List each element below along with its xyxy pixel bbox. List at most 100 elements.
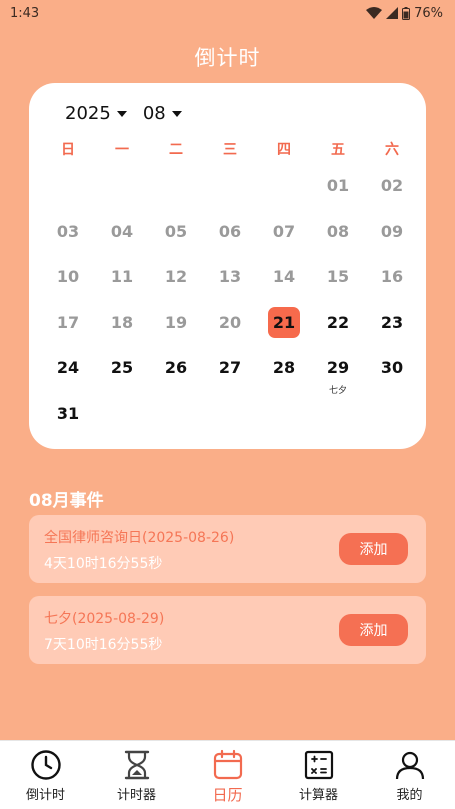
calendar-day[interactable]: 04 — [95, 209, 149, 255]
nav-item-countdown[interactable]: 倒计时 — [0, 741, 91, 809]
calendar-day[interactable]: 08 — [311, 209, 365, 255]
event-card: 七夕(2025-08-29) 7天10时16分55秒 添加 — [29, 596, 426, 664]
status-time: 1:43 — [10, 5, 40, 21]
day-number: 05 — [164, 221, 188, 241]
day-number: 31 — [56, 403, 80, 423]
status-bar: 1:43 76% — [0, 0, 455, 26]
nav-item-profile[interactable]: 我的 — [364, 741, 455, 809]
weekday-header: 日 一 二 三 四 五 六 — [41, 139, 419, 159]
calendar-day[interactable]: 11 — [95, 254, 149, 300]
day-number: 28 — [272, 358, 296, 377]
calendar-day[interactable]: 13 — [203, 254, 257, 300]
day-number: 27 — [218, 358, 242, 377]
event-name: 全国律师咨询日(2025-08-26) — [44, 530, 235, 546]
day-number: 29 — [326, 358, 350, 377]
battery-icon — [402, 6, 411, 20]
month-value: 08 — [142, 103, 166, 124]
calendar-day-empty — [311, 391, 365, 437]
calendar-day-empty — [95, 163, 149, 209]
nav-label: 倒计时 — [25, 788, 65, 803]
day-number: 18 — [110, 312, 134, 332]
calendar-day[interactable]: 03 — [41, 209, 95, 255]
weekday-label: 五 — [331, 142, 345, 158]
day-number: 02 — [380, 176, 404, 195]
day-number: 19 — [164, 312, 188, 332]
calendar-day-empty — [95, 391, 149, 437]
nav-item-calculator[interactable]: 计算器 — [273, 741, 364, 809]
nav-item-calendar[interactable]: 日历 — [182, 741, 273, 809]
day-number: 03 — [56, 221, 80, 241]
calendar-day[interactable]: 30 — [365, 345, 419, 391]
weekday-label: 二 — [169, 142, 183, 158]
nav-label: 计算器 — [298, 788, 338, 803]
calendar-day[interactable]: 12 — [149, 254, 203, 300]
calendar-grid: 01 02 03 04 05 06 07 08 09 10 11 12 13 14 15 16 17 18 19 20… — [41, 163, 419, 436]
calendar-day-empty — [257, 163, 311, 209]
day-number: 07 — [272, 221, 296, 241]
calendar-day[interactable]: 09 — [365, 209, 419, 255]
calendar-day[interactable]: 20 — [203, 300, 257, 346]
calendar-day[interactable]: 22 — [311, 300, 365, 346]
day-number: 09 — [380, 221, 404, 241]
calendar-day[interactable]: 05 — [149, 209, 203, 255]
day-number: 21 — [268, 306, 300, 338]
calendar-day-empty — [203, 163, 257, 209]
event-card: 全国律师咨询日(2025-08-26) 4天10时16分55秒 添加 — [29, 515, 426, 583]
add-event-button[interactable]: 添加 — [339, 533, 408, 565]
calendar-day[interactable]: 28 — [257, 345, 311, 391]
day-number: 16 — [380, 267, 404, 286]
calendar-day[interactable]: 15 — [311, 254, 365, 300]
day-number: 25 — [110, 358, 134, 377]
month-dropdown[interactable]: 08 — [143, 103, 182, 124]
year-dropdown[interactable]: 2025 — [65, 103, 127, 124]
weekday-label: 一 — [115, 142, 129, 158]
day-number: 14 — [272, 267, 296, 286]
day-number: 30 — [380, 358, 404, 377]
weekday-label: 六 — [385, 142, 399, 158]
calendar-day-empty — [257, 391, 311, 437]
calendar-card: 2025 08 日 一 二 三 四 五 六 01 02 03 04 05 06 07 08 09… — [29, 83, 426, 449]
calendar-day[interactable]: 10 — [41, 254, 95, 300]
event-countdown: 7天10时16分55秒 — [44, 637, 163, 653]
calendar-day[interactable]: 16 — [365, 254, 419, 300]
page-title: 倒计时 — [194, 46, 261, 70]
day-number: 01 — [326, 176, 350, 195]
day-number: 12 — [164, 267, 188, 286]
calendar-day[interactable]: 01 — [311, 163, 365, 209]
calendar-day[interactable]: 31 — [41, 391, 95, 437]
calendar-day[interactable]: 27 — [203, 345, 257, 391]
day-number: 06 — [218, 221, 242, 241]
calendar-week-row: 03 04 05 06 07 08 09 — [41, 209, 419, 255]
calendar-day[interactable]: 06 — [203, 209, 257, 255]
calendar-week-row: 17 18 19 20 21 22 23 — [41, 300, 419, 346]
calendar-day[interactable]: 19 — [149, 300, 203, 346]
calendar-day-empty — [203, 391, 257, 437]
calendar-day[interactable]: 26 — [149, 345, 203, 391]
date-selectors: 2025 08 — [65, 103, 182, 124]
caret-down-icon — [171, 110, 182, 117]
nav-label: 日历 — [212, 786, 243, 804]
calendar-day[interactable]: 29 七夕 — [311, 345, 365, 396]
nav-label: 计时器 — [116, 788, 156, 803]
calculator-icon — [304, 750, 333, 780]
calendar-day-today[interactable]: 21 — [257, 300, 311, 346]
weekday-label: 三 — [223, 142, 237, 158]
calendar-day[interactable]: 24 — [41, 345, 95, 391]
calendar-day[interactable]: 18 — [95, 300, 149, 346]
calendar-day[interactable]: 25 — [95, 345, 149, 391]
calendar-week-row: 10 11 12 13 14 15 16 — [41, 254, 419, 300]
battery-percent: 76% — [414, 5, 443, 21]
day-number: 23 — [380, 312, 404, 332]
calendar-day[interactable]: 23 — [365, 300, 419, 346]
calendar-day[interactable]: 17 — [41, 300, 95, 346]
nav-item-timer[interactable]: 计时器 — [91, 741, 182, 809]
day-number: 22 — [326, 312, 350, 332]
add-event-button[interactable]: 添加 — [339, 614, 408, 646]
calendar-day[interactable]: 14 — [257, 254, 311, 300]
day-number: 13 — [218, 267, 242, 286]
calendar-day[interactable]: 07 — [257, 209, 311, 255]
calendar-day[interactable]: 02 — [365, 163, 419, 209]
status-icons: 76% — [366, 6, 443, 21]
day-number: 17 — [56, 312, 80, 332]
weekday-label: 日 — [61, 142, 75, 158]
